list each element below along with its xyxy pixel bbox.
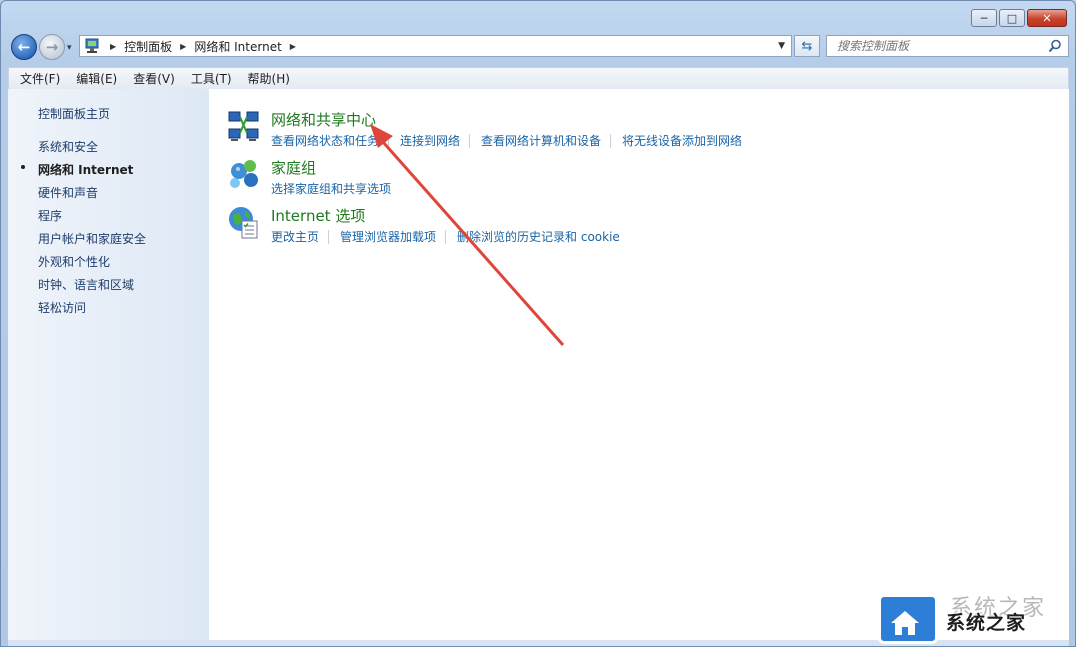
forward-arrow-icon: → xyxy=(45,38,59,56)
control-panel-window: ─ □ ✕ ← → ▾ ▶ 控制面板 ▶ 网络和 Internet ▶ ▼ ⇆ xyxy=(0,0,1076,647)
sidebar-item-appearance[interactable]: 外观和个性化 xyxy=(38,253,110,270)
minimize-button[interactable]: ─ xyxy=(971,9,997,27)
sidebar-item-hardware-sound[interactable]: 硬件和声音 xyxy=(38,184,98,201)
breadcrumb-separator-icon[interactable]: ▶ xyxy=(290,42,296,51)
group-links: 选择家庭组和共享选项 xyxy=(271,180,400,197)
forward-button[interactable]: → xyxy=(39,34,65,60)
menu-tools[interactable]: 工具(T) xyxy=(180,70,237,87)
link-divider xyxy=(445,229,447,244)
homegroup-icon[interactable] xyxy=(227,157,261,191)
caption-buttons: ─ □ ✕ xyxy=(971,9,1067,27)
search-icon[interactable] xyxy=(1048,39,1062,53)
refresh-button[interactable]: ⇆ xyxy=(794,35,820,57)
link-delete-browsing-history[interactable]: 删除浏览的历史记录和 cookie xyxy=(457,228,629,245)
address-history-dropdown-icon[interactable]: ▼ xyxy=(778,41,785,51)
link-divider xyxy=(610,133,612,148)
menu-bar: 文件(F) 编辑(E) 查看(V) 工具(T) 帮助(H) xyxy=(8,67,1069,89)
address-bar[interactable]: ▶ 控制面板 ▶ 网络和 Internet ▶ ▼ xyxy=(79,35,792,57)
breadcrumb-separator-icon[interactable]: ▶ xyxy=(180,42,186,51)
group-title-internet-options[interactable]: Internet 选项 xyxy=(271,205,365,226)
sidebar: 控制面板主页 系统和安全 网络和 Internet 硬件和声音 程序 用户帐户和… xyxy=(8,89,210,641)
sidebar-item-network-internet[interactable]: 网络和 Internet xyxy=(38,161,133,178)
search-box[interactable] xyxy=(826,35,1069,57)
back-button[interactable]: ← xyxy=(11,34,37,60)
link-homegroup-sharing-options[interactable]: 选择家庭组和共享选项 xyxy=(271,180,400,197)
link-view-network-computers[interactable]: 查看网络计算机和设备 xyxy=(481,132,610,149)
back-arrow-icon: ← xyxy=(17,38,31,56)
watermark-logo-icon xyxy=(878,594,938,644)
sidebar-item-ease-of-access[interactable]: 轻松访问 xyxy=(38,299,86,316)
control-panel-icon xyxy=(85,38,99,53)
link-divider xyxy=(328,229,330,244)
group-links: 查看网络状态和任务 连接到网络 查看网络计算机和设备 将无线设备添加到网络 xyxy=(271,132,751,149)
main-content: 网络和共享中心 查看网络状态和任务 连接到网络 查看网络计算机和设备 将无线设备… xyxy=(209,89,1069,641)
watermark-text: 系统之家 xyxy=(946,612,1027,634)
sidebar-item-user-accounts[interactable]: 用户帐户和家庭安全 xyxy=(38,230,146,247)
search-input[interactable] xyxy=(835,38,1049,54)
sidebar-item-system-security[interactable]: 系统和安全 xyxy=(38,138,98,155)
group-title-homegroup[interactable]: 家庭组 xyxy=(271,157,316,178)
menu-help[interactable]: 帮助(H) xyxy=(237,70,295,87)
menu-view[interactable]: 查看(V) xyxy=(122,70,180,87)
breadcrumb-network-internet[interactable]: 网络和 Internet xyxy=(194,38,281,55)
group-title-network-sharing-center[interactable]: 网络和共享中心 xyxy=(271,109,376,130)
navigation-toolbar: ← → ▾ ▶ 控制面板 ▶ 网络和 Internet ▶ ▼ ⇆ xyxy=(1,31,1075,63)
breadcrumb-separator-icon[interactable]: ▶ xyxy=(110,42,116,51)
refresh-icon: ⇆ xyxy=(801,38,813,54)
active-bullet-icon xyxy=(21,165,25,169)
sidebar-item-programs[interactable]: 程序 xyxy=(38,207,62,224)
menu-file[interactable]: 文件(F) xyxy=(9,70,65,87)
link-change-homepage[interactable]: 更改主页 xyxy=(271,228,328,245)
close-button[interactable]: ✕ xyxy=(1027,9,1067,27)
group-links: 更改主页 管理浏览器加载项 删除浏览的历史记录和 cookie xyxy=(271,228,629,245)
sidebar-control-panel-home[interactable]: 控制面板主页 xyxy=(38,105,110,122)
link-add-wireless-device[interactable]: 将无线设备添加到网络 xyxy=(622,132,751,149)
internet-options-icon[interactable] xyxy=(227,205,261,239)
link-connect-to-network[interactable]: 连接到网络 xyxy=(400,132,469,149)
maximize-button[interactable]: □ xyxy=(999,9,1025,27)
link-divider xyxy=(388,133,390,148)
watermark: 系统之家 系统之家 xyxy=(876,592,1076,647)
link-divider xyxy=(469,133,471,148)
sidebar-item-clock-language-region[interactable]: 时钟、语言和区域 xyxy=(38,276,134,293)
breadcrumb-control-panel[interactable]: 控制面板 xyxy=(124,38,172,55)
network-sharing-center-icon[interactable] xyxy=(227,109,261,143)
link-view-network-status[interactable]: 查看网络状态和任务 xyxy=(271,132,388,149)
link-manage-addons[interactable]: 管理浏览器加载项 xyxy=(340,228,445,245)
recent-pages-dropdown[interactable]: ▾ xyxy=(67,43,72,53)
menu-edit[interactable]: 编辑(E) xyxy=(65,70,122,87)
